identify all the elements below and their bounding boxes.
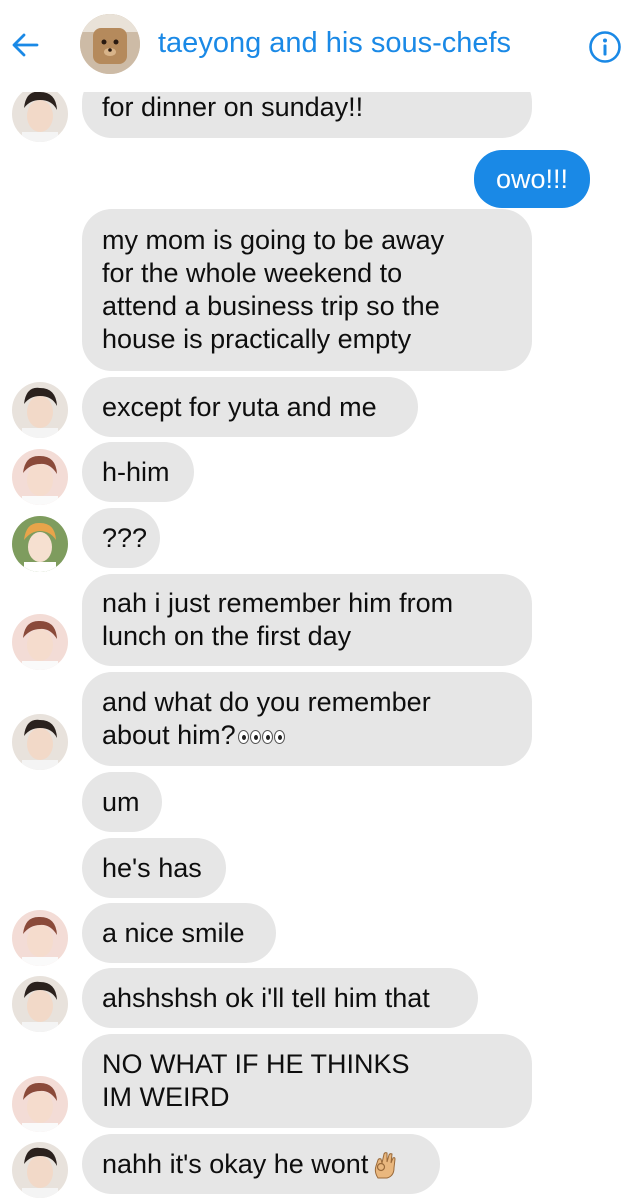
message-text: lunch on the first day (102, 621, 352, 651)
message-text: ahshshsh ok i'll tell him that (102, 982, 430, 1013)
message-bubble[interactable]: nah i just remember him from lunch on th… (82, 574, 532, 666)
message-line: nahh it's okay he wont (102, 1148, 420, 1181)
conversation-title[interactable]: taeyong and his sous-chefs (158, 27, 511, 60)
message-bubble[interactable]: he's has (82, 838, 226, 898)
message-bubble[interactable]: NO WHAT IF HE THINKS IM WEIRD (82, 1034, 532, 1128)
avatar-friend-b[interactable] (12, 449, 68, 505)
message-bubble[interactable]: a nice smile (82, 903, 276, 963)
avatar-friend-a[interactable] (12, 714, 68, 770)
message-text: about him? (102, 720, 236, 750)
group-avatar[interactable] (80, 14, 140, 74)
message-text: h-him (102, 456, 170, 487)
message-bubble[interactable]: my mom is going to be away for the whole… (82, 209, 532, 371)
message-text: my mom is going to be away (102, 225, 445, 255)
avatar-friend-b[interactable] (12, 1076, 68, 1132)
message-text: owo!!! (495, 163, 569, 194)
message-text: NO WHAT IF HE THINKS (102, 1049, 410, 1079)
message-text: um (102, 786, 140, 817)
avatar-friend-a[interactable] (12, 1142, 68, 1198)
message-text: except for yuta and me (102, 391, 377, 422)
my-message-bubble[interactable]: owo!!! (474, 150, 590, 208)
message-bubble[interactable]: ahshshsh ok i'll tell him that (82, 968, 478, 1028)
avatar-friend-a[interactable] (12, 86, 68, 142)
message-bubble[interactable]: ??? (82, 508, 160, 568)
message-list[interactable]: for dinner on sunday!! owo!!! my mom is … (0, 0, 640, 1200)
message-text: nah i just remember him from (102, 588, 454, 618)
avatar-friend-a[interactable] (12, 976, 68, 1032)
eyes-emoji (237, 729, 285, 744)
message-text: house is practically empty (102, 324, 412, 354)
chat-header: taeyong and his sous-chefs (0, 0, 640, 92)
avatar-friend-a[interactable] (12, 382, 68, 438)
message-text: ??? (102, 522, 148, 553)
ok-hand-emoji (372, 1150, 398, 1180)
message-text: a nice smile (102, 917, 245, 948)
info-icon[interactable] (588, 30, 622, 64)
message-bubble[interactable]: and what do you remember about him? (82, 672, 532, 766)
message-line: about him? (102, 719, 512, 752)
message-text: attend a business trip so the (102, 291, 440, 321)
avatar-friend-c[interactable] (12, 516, 68, 572)
message-text: IM WEIRD (102, 1082, 230, 1112)
message-bubble[interactable]: um (82, 772, 162, 832)
message-bubble[interactable]: except for yuta and me (82, 377, 418, 437)
message-text: and what do you remember (102, 687, 431, 717)
avatar-friend-b[interactable] (12, 910, 68, 966)
message-text: for dinner on sunday!! (102, 92, 364, 122)
message-bubble[interactable]: h-him (82, 442, 194, 502)
back-arrow-icon[interactable] (10, 30, 40, 60)
avatar-friend-b[interactable] (12, 614, 68, 670)
message-text: he's has (102, 852, 202, 883)
message-text: nahh it's okay he wont (102, 1148, 369, 1179)
message-text: for the whole weekend to (102, 258, 403, 288)
message-bubble[interactable]: nahh it's okay he wont (82, 1134, 440, 1194)
